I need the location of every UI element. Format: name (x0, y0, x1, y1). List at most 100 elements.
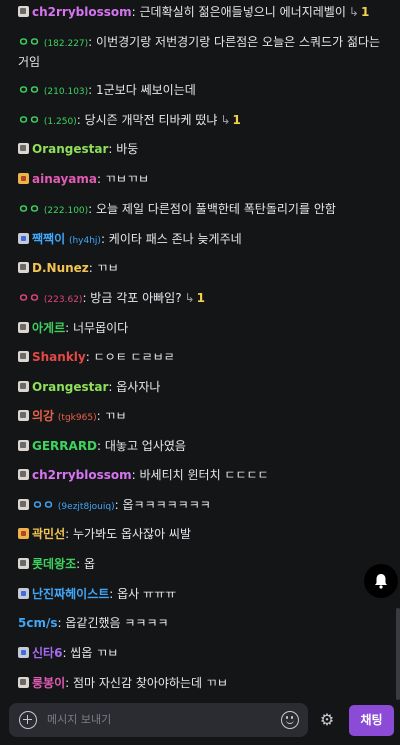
reply-count[interactable]: 1 (361, 5, 369, 19)
chat-message: ainayama: ㄲㅂㄲㅂ (18, 170, 386, 188)
user-badge-icon (18, 322, 29, 333)
chat-message: ch2rryblossom: 근데확실히 젊은애들넣으니 에너지레벨이 ↳ 1 (18, 3, 386, 21)
user-badge-icon (18, 647, 29, 658)
username[interactable]: ㅇㅇ (18, 83, 40, 97)
chat-message: ch2rryblossom: 바세티치 윈터치 ㄷㄷㄷㄷ (18, 466, 386, 484)
reply-arrow-icon[interactable]: ↳ (349, 5, 359, 19)
user-badge-icon (18, 499, 29, 510)
message-text: 당시즌 개막전 티바케 떴냐 (84, 113, 218, 127)
separator: : (76, 113, 85, 127)
username[interactable]: 신타6 (32, 646, 62, 660)
separator: : (88, 35, 97, 49)
separator: : (88, 261, 97, 275)
user-id-suffix: (210.103) (43, 87, 89, 97)
separator: : (88, 202, 97, 216)
user-badge-icon (18, 143, 29, 154)
username[interactable]: ㅇㅇ (18, 202, 40, 216)
separator: : (76, 557, 85, 571)
separator: : (97, 439, 105, 453)
user-badge-icon (18, 381, 29, 392)
reply-arrow-icon[interactable]: ↳ (185, 291, 195, 305)
message-text: 바세티치 윈터치 ㄷㄷㄷㄷ (139, 468, 269, 482)
separator: : (100, 232, 109, 246)
username[interactable]: ㅇㅇ (18, 291, 40, 305)
chat-message: D.Nunez: ㄲㅂ (18, 259, 386, 277)
username[interactable]: 곽민선 (32, 527, 65, 541)
user-id-suffix: (182.227) (43, 39, 89, 49)
username[interactable]: ㅇㅇ (18, 35, 40, 49)
chat-scrollbar[interactable] (396, 608, 400, 700)
chat-message: 아게르: 너무몹이다 (18, 319, 386, 337)
chat-message: GERRARD: 대놓고 업사였음 (18, 437, 386, 455)
message-text: ㄲㅂㄲㅂ (104, 172, 150, 186)
separator: : (65, 676, 73, 690)
username[interactable]: Shankly (32, 350, 86, 364)
add-plus-icon[interactable] (19, 711, 37, 729)
chat-message: ㅇㅇ (223.62): 방금 각포 아빠임? ↳ 1 (18, 289, 386, 309)
message-text: 옵 (84, 557, 96, 571)
chat-message: ㅇㅇ (222.100): 오늘 제일 다른점이 풀백한테 폭탄돌리기를 안함 (18, 200, 386, 220)
message-text: 점마 자신감 찾아야하는데 ㄲㅂ (72, 676, 228, 690)
message-text: 옵사자나 (116, 380, 161, 394)
chat-message: ㅇㅇ (1.250): 당시즌 개막전 티바케 떴냐 ↳ 1 (18, 111, 386, 131)
separator: : (88, 83, 97, 97)
username[interactable]: GERRARD (32, 439, 97, 453)
username[interactable]: 난진짜헤이스트 (32, 587, 109, 601)
message-input[interactable]: 메시지 보내기 (47, 712, 111, 728)
chat-message: ㅇㅇ (9ezjt8jouiq): 옵ㅋㅋㅋㅋㅋㅋㅋ (18, 496, 386, 516)
chat-message: 룽봉이: 점마 자신감 찾아야하는데 ㄲㅂ (18, 674, 386, 692)
reply-count[interactable]: 1 (233, 113, 241, 127)
username[interactable]: 아게르 (32, 321, 65, 335)
separator: : (65, 527, 73, 541)
settings-gear-icon[interactable]: ⚙ (318, 711, 336, 729)
username[interactable]: 짹짹이 (32, 232, 65, 246)
message-text: 바둥 (116, 142, 139, 156)
user-id-suffix: (9ezjt8jouiq) (57, 502, 115, 512)
separator: : (109, 587, 118, 601)
message-text: 누가봐도 옵사잖아 씨발 (72, 527, 192, 541)
username[interactable]: Orangestar (32, 142, 108, 156)
separator: : (65, 321, 73, 335)
chat-message: 난진짜헤이스트: 옵사 ㅠㅠㅠ (18, 585, 386, 603)
username[interactable]: 롯데왕조 (32, 557, 76, 571)
username[interactable]: 5cm/s (18, 616, 58, 630)
separator: : (97, 172, 105, 186)
username[interactable]: ainayama (32, 172, 97, 186)
separator: : (131, 5, 140, 19)
username[interactable]: Orangestar (32, 380, 108, 394)
chat-message: 5cm/s: 옵같긴했음 ㅋㅋㅋㅋ (18, 614, 386, 632)
reply-arrow-icon[interactable]: ↳ (220, 113, 230, 127)
user-id-suffix: (223.62) (43, 295, 83, 305)
notification-bell-button[interactable] (364, 564, 398, 598)
chat-send-button[interactable]: 채팅 (349, 705, 394, 736)
chat-message: Shankly: ㄷㅇㅌ ㄷㄹㅂㄹ (18, 348, 386, 366)
username[interactable]: 룽봉이 (32, 676, 65, 690)
message-text: 대놓고 업사였음 (104, 439, 186, 453)
user-badge-icon (18, 233, 29, 244)
user-badge-icon (18, 351, 29, 362)
user-badge-icon (18, 6, 29, 17)
username[interactable]: 의강 (32, 409, 54, 423)
reply-count[interactable]: 1 (197, 291, 205, 305)
user-badge-icon (18, 528, 29, 539)
username[interactable]: ch2rryblossom (32, 5, 132, 19)
chat-message: 롯데왕조: 옵 (18, 555, 386, 573)
separator: : (85, 350, 94, 364)
username[interactable]: ㅇㅇ (18, 113, 40, 127)
emoji-icon[interactable] (281, 711, 299, 729)
user-badge-icon (18, 262, 29, 273)
chat-message: 짹짹이 (hy4hj): 케이타 패스 존나 늦게주네 (18, 230, 386, 250)
username[interactable]: ㅇㅇ (32, 498, 54, 512)
user-id-suffix: (222.100) (43, 206, 89, 216)
message-text: 너무몹이다 (72, 321, 129, 335)
username[interactable]: ch2rryblossom (32, 468, 132, 482)
chat-message: 신타6: 씹옵 ㄲㅂ (18, 644, 386, 662)
chat-message: 의강 (tgk965): ㄲㅂ (18, 407, 386, 427)
message-input-bar[interactable]: 메시지 보내기 (9, 703, 308, 737)
message-text: 케이타 패스 존나 늦게주네 (108, 232, 242, 246)
message-text: ㄷㅇㅌ ㄷㄹㅂㄹ (93, 350, 175, 364)
user-id-suffix: (tgk965) (57, 413, 97, 423)
username[interactable]: D.Nunez (32, 261, 89, 275)
user-badge-icon (18, 440, 29, 451)
chat-message: Orangestar: 옵사자나 (18, 378, 386, 396)
